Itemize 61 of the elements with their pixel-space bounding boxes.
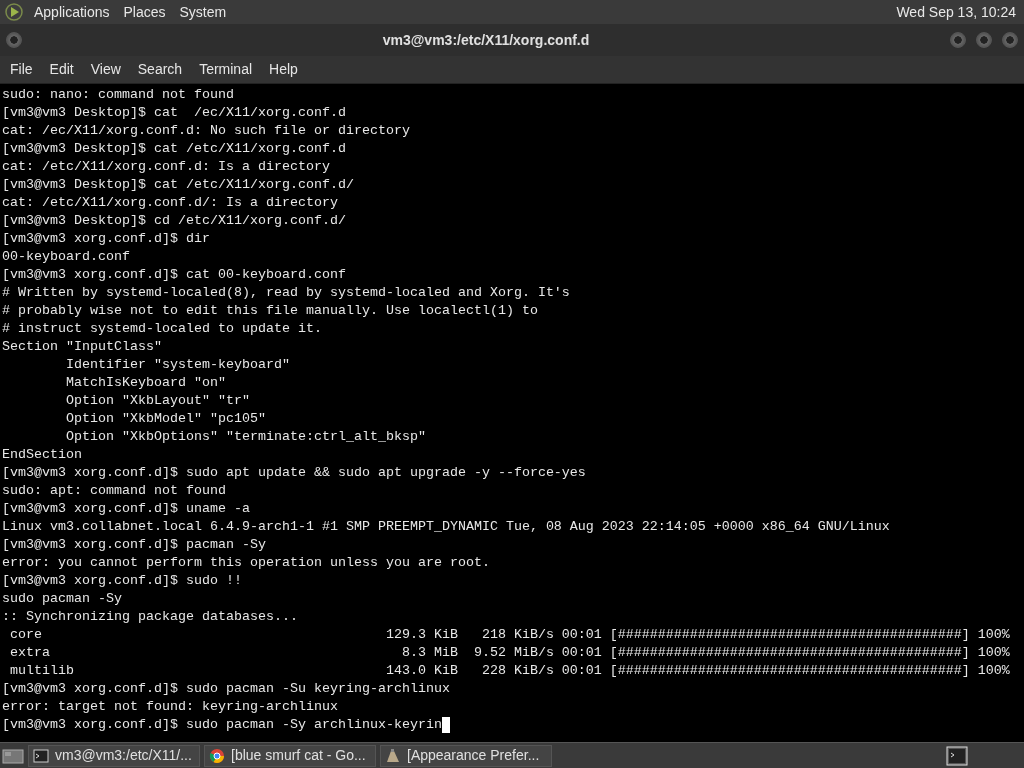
terminal-line: Option "XkbOptions" "terminate:ctrl_alt_bksp" bbox=[65, 428, 426, 446]
menu-item[interactable]: View bbox=[83, 59, 128, 80]
terminal-line: multilib 143.0 KiB 228 KiB/s 00:01 [###########################################] 100% bbox=[9, 662, 1010, 680]
terminal-line: Section "InputClass" bbox=[2, 338, 162, 356]
panel-menu[interactable]: Applications bbox=[34, 1, 110, 23]
taskbar-item[interactable]: [blue smurf cat - Go... bbox=[204, 744, 376, 767]
close-button[interactable] bbox=[1002, 32, 1018, 48]
terminal-line: EndSection bbox=[2, 446, 82, 464]
terminal-line: :: Synchronizing package databases... bbox=[2, 608, 298, 626]
menu-item[interactable]: Search bbox=[130, 59, 190, 80]
terminal-line: sudo: nano: command not found bbox=[2, 86, 234, 104]
terminal-line: extra 8.3 MiB 9.52 MiB/s 00:01 [###########################################] 100% bbox=[9, 644, 1010, 662]
brush-icon bbox=[385, 747, 401, 764]
terminal-line: [vm3@vm3 xorg.conf.d]$ cat 00-keyboard.conf bbox=[2, 266, 346, 284]
terminal-line: 00-keyboard.conf bbox=[2, 248, 130, 266]
terminal-line: sudo: apt: command not found bbox=[2, 482, 226, 500]
taskbar-item[interactable]: [Appearance Prefer... bbox=[380, 744, 552, 767]
terminal-line: [vm3@vm3 Desktop]$ cat /etc/X11/xorg.conf.d/ bbox=[2, 176, 354, 194]
menu-item[interactable]: Help bbox=[262, 59, 305, 80]
desktop-icon[interactable] bbox=[2, 746, 24, 765]
terminal-line: cat: /etc/X11/xorg.conf.d/: Is a directory bbox=[2, 194, 338, 212]
window-title: vm3@vm3:/etc/X11/xorg.conf.d bbox=[381, 30, 591, 50]
menu-item[interactable]: Terminal bbox=[192, 59, 260, 80]
terminal-line: error: you cannot perform this operation unless you are root. bbox=[2, 554, 490, 572]
terminal-line: error: target not found: keyring-archlinux bbox=[2, 698, 338, 716]
terminal-line: # Written by systemd-localed(8), read by systemd-localed and Xorg. It's bbox=[2, 284, 570, 302]
terminal-line: Option "XkbModel" "pc105" bbox=[65, 410, 266, 428]
taskbar-item[interactable]: vm3@vm3:/etc/X11/... bbox=[28, 744, 200, 767]
terminal-line: sudo pacman -Sy bbox=[2, 590, 122, 608]
distro-logo-icon[interactable] bbox=[4, 2, 24, 22]
terminal-line: [vm3@vm3 xorg.conf.d]$ sudo pacman -Sy archlinux-keyrin bbox=[2, 716, 442, 734]
terminal-line: [vm3@vm3 xorg.conf.d]$ pacman -Sy bbox=[2, 536, 266, 554]
terminal-line: [vm3@vm3 xorg.conf.d]$ dir bbox=[2, 230, 210, 248]
terminal-line: [vm3@vm3 Desktop]$ cd /etc/X11/xorg.conf.d/ bbox=[2, 212, 346, 230]
minimize-button[interactable] bbox=[950, 32, 966, 48]
panel-menu[interactable]: System bbox=[179, 1, 227, 23]
terminal-line: Option "XkbLayout" "tr" bbox=[65, 392, 250, 410]
terminal-line: Linux vm3.collabnet.local 6.4.9-arch1-1 #1 SMP PREEMPT_DYNAMIC Tue, 08 Aug 2023 22:14:05 +0000 x86_64 GNU/Linux bbox=[2, 518, 890, 536]
terminal-line: Identifier "system-keyboard" bbox=[65, 356, 290, 374]
maximize-button[interactable] bbox=[976, 32, 992, 48]
terminal-line: [vm3@vm3 Desktop]$ cat /etc/X11/xorg.conf.d bbox=[2, 140, 346, 158]
window-menu-button[interactable] bbox=[6, 32, 22, 48]
menu-item[interactable]: File bbox=[3, 59, 40, 80]
menu-item[interactable]: Edit bbox=[42, 59, 81, 80]
panel-menu[interactable]: Places bbox=[123, 1, 166, 23]
terminal-line: [vm3@vm3 xorg.conf.d]$ sudo apt update && sudo apt upgrade -y --force-yes bbox=[2, 464, 586, 482]
text-cursor bbox=[441, 717, 450, 733]
terminal-line: # probably wise not to edit this file manually. Use localectl(1) to bbox=[2, 302, 538, 320]
terminal-line: MatchIsKeyboard "on" bbox=[65, 374, 226, 392]
terminal-line: cat: /etc/X11/xorg.conf.d: Is a directory bbox=[2, 158, 330, 176]
terminal-line: # instruct systemd-localed to update it. bbox=[2, 320, 322, 338]
browser-icon bbox=[209, 747, 225, 764]
terminal-line: core 129.3 KiB 218 KiB/s 00:01 [###########################################] 100% bbox=[9, 626, 1010, 644]
terminal-line: [vm3@vm3 Desktop]$ cat /ec/X11/xorg.conf.d bbox=[2, 104, 346, 122]
terminal-line: [vm3@vm3 xorg.conf.d]$ uname -a bbox=[2, 500, 250, 518]
clock[interactable]: Wed Sep 13, 10:24 bbox=[896, 1, 1016, 23]
terminal-icon[interactable] bbox=[946, 745, 968, 766]
terminal-line: [vm3@vm3 xorg.conf.d]$ sudo !! bbox=[2, 572, 242, 590]
terminal-icon bbox=[33, 747, 49, 764]
terminal-line: cat: /ec/X11/xorg.conf.d: No such file or directory bbox=[2, 122, 410, 140]
terminal-line: [vm3@vm3 xorg.conf.d]$ sudo pacman -Su keyring-archlinux bbox=[2, 680, 450, 698]
